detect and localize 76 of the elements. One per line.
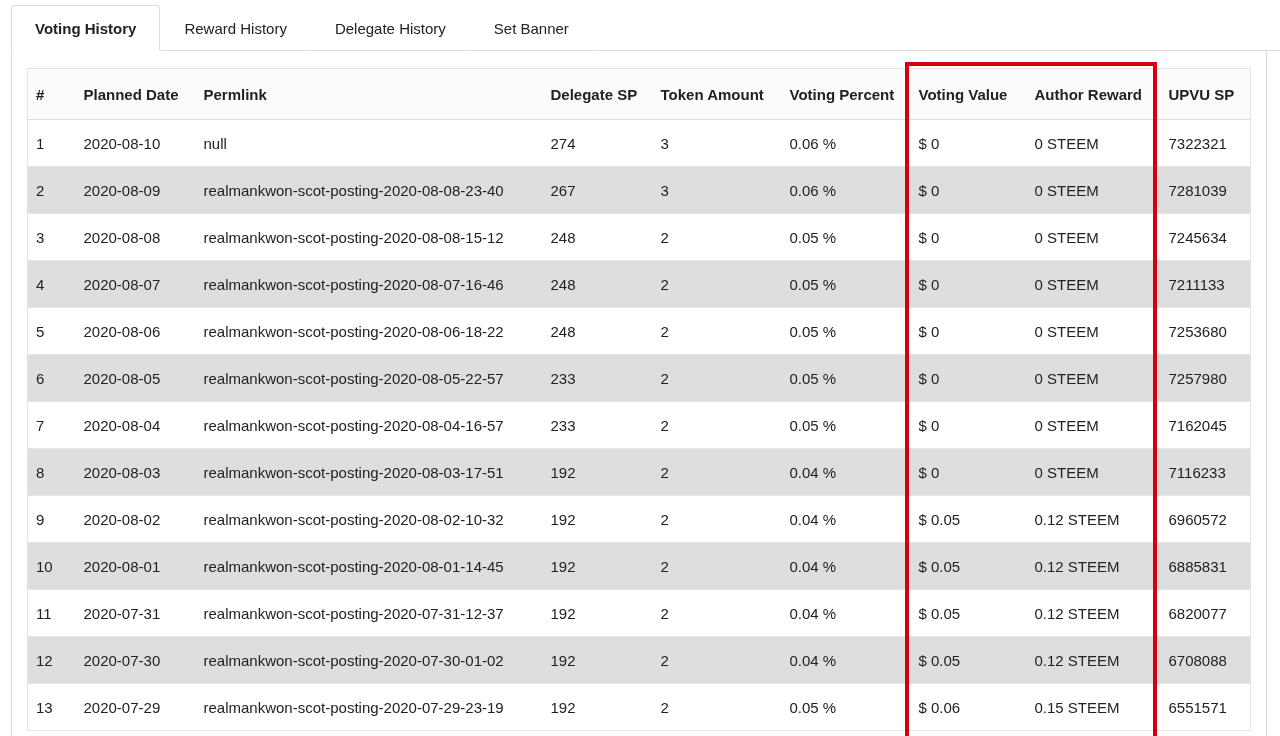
table-cell: 192	[542, 683, 653, 731]
table-cell: 7281039	[1160, 166, 1251, 214]
table-cell: 0 STEEM	[1026, 260, 1161, 308]
table-cell: $ 0	[910, 448, 1027, 496]
table-cell: 192	[542, 542, 653, 590]
table-cell: 192	[542, 448, 653, 496]
table-cell: 0.05 %	[781, 354, 911, 402]
column-header: #	[27, 68, 76, 120]
table-cell: 8	[27, 448, 76, 496]
table-cell: realmankwon-scot-posting-2020-07-29-23-19	[195, 683, 543, 731]
table-cell: 0.12 STEEM	[1026, 542, 1161, 590]
table-cell: 0.04 %	[781, 542, 911, 590]
table-cell: 2020-08-03	[75, 448, 196, 496]
table-cell: $ 0	[910, 354, 1027, 402]
column-header: UPVU SP	[1160, 68, 1251, 120]
table-cell: realmankwon-scot-posting-2020-08-07-16-46	[195, 260, 543, 308]
column-header: Author Reward	[1026, 68, 1161, 120]
column-header: Delegate SP	[542, 68, 653, 120]
table-cell: 0.05 %	[781, 683, 911, 731]
tab[interactable]: Set Banner	[469, 5, 593, 51]
column-header: Voting Value	[910, 68, 1027, 120]
table-cell: 2020-08-09	[75, 166, 196, 214]
table-cell: $ 0.06	[910, 683, 1027, 731]
table-cell: 13	[27, 683, 76, 731]
tab[interactable]: Reward History	[160, 5, 311, 51]
table-cell: $ 0	[910, 166, 1027, 214]
table-cell: $ 0.05	[910, 542, 1027, 590]
table-cell: 0.04 %	[781, 636, 911, 684]
table-cell: 2	[652, 260, 782, 308]
table-cell: 233	[542, 354, 653, 402]
table-cell: 3	[652, 166, 782, 214]
column-header: Planned Date	[75, 68, 196, 120]
table-cell: 2020-07-30	[75, 636, 196, 684]
table-cell: 12	[27, 636, 76, 684]
table-cell: 7257980	[1160, 354, 1251, 402]
table-cell: 6708088	[1160, 636, 1251, 684]
table-cell: 2	[652, 354, 782, 402]
table-cell: 267	[542, 166, 653, 214]
table-cell: 0.12 STEEM	[1026, 636, 1161, 684]
table-cell: 192	[542, 636, 653, 684]
table-cell: 6885831	[1160, 542, 1251, 590]
table-cell: 0 STEEM	[1026, 354, 1161, 402]
table-cell: realmankwon-scot-posting-2020-08-05-22-57	[195, 354, 543, 402]
column-header: Token Amount	[652, 68, 782, 120]
table-cell: 2020-07-29	[75, 683, 196, 731]
table-cell: realmankwon-scot-posting-2020-08-08-23-40	[195, 166, 543, 214]
table-cell: 2	[27, 166, 76, 214]
table-cell: 2	[652, 448, 782, 496]
tab[interactable]: Delegate History	[310, 5, 470, 51]
table-cell: 7211133	[1160, 260, 1251, 308]
table-cell: 0.06 %	[781, 166, 911, 214]
table-cell: realmankwon-scot-posting-2020-08-01-14-45	[195, 542, 543, 590]
table-cell: 2020-08-07	[75, 260, 196, 308]
table-cell: 10	[27, 542, 76, 590]
table-cell: $ 0.05	[910, 636, 1027, 684]
column-header: Permlink	[195, 68, 543, 120]
column-header: Voting Percent	[781, 68, 911, 120]
table-cell: realmankwon-scot-posting-2020-07-30-01-02	[195, 636, 543, 684]
table-cell: 2	[652, 542, 782, 590]
table-cell: 2	[652, 683, 782, 731]
table-cell: 4	[27, 260, 76, 308]
table-cell: 0 STEEM	[1026, 166, 1161, 214]
table-cell: 0 STEEM	[1026, 448, 1161, 496]
table-cell: 248	[542, 260, 653, 308]
table-cell: 7116233	[1160, 448, 1251, 496]
table-cell: realmankwon-scot-posting-2020-08-03-17-51	[195, 448, 543, 496]
tab[interactable]: Voting History	[11, 5, 161, 51]
table-cell: 2020-08-05	[75, 354, 196, 402]
table-cell: 2020-08-01	[75, 542, 196, 590]
table-cell: 0.04 %	[781, 448, 911, 496]
table-cell: 6551571	[1160, 683, 1251, 731]
table-cell: 0.05 %	[781, 260, 911, 308]
table-cell: 0.15 STEEM	[1026, 683, 1161, 731]
table-cell: 2	[652, 636, 782, 684]
table-cell: 6	[27, 354, 76, 402]
table-cell: $ 0	[910, 260, 1027, 308]
